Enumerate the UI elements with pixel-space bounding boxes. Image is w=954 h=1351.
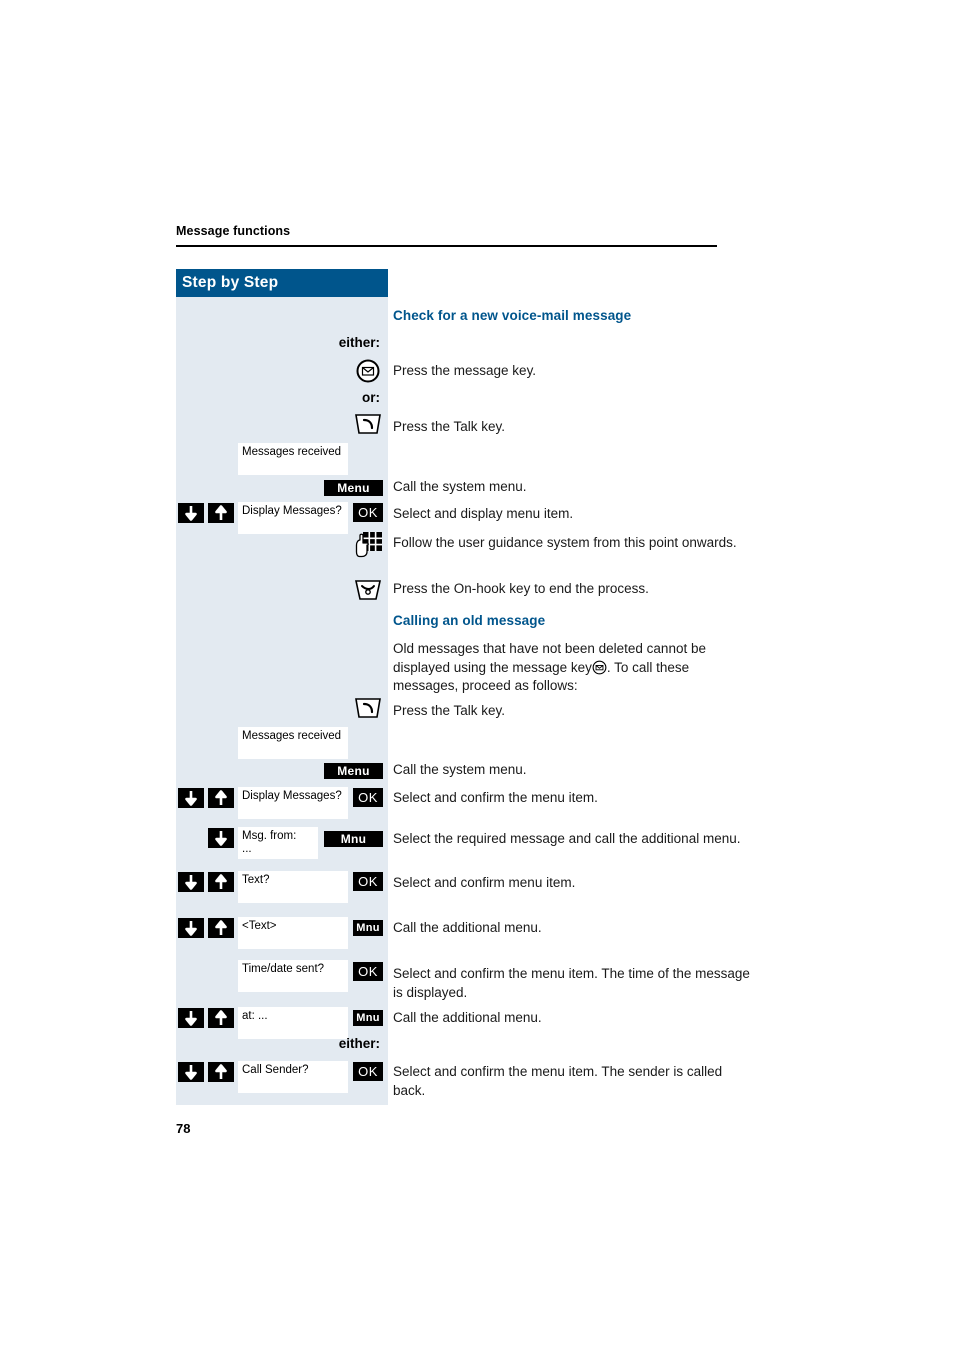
arrow-down-key-3[interactable] xyxy=(208,828,234,848)
display-line-1: Text? xyxy=(242,874,270,886)
phone-display-msg-from: Msg. from: ... xyxy=(238,827,318,859)
display-line-2: ... xyxy=(242,843,252,855)
step-text-on-hook: Press the On-hook key to end the process… xyxy=(393,581,649,596)
label-either-1: either: xyxy=(338,335,380,350)
display-line-1: at: ... xyxy=(242,1010,268,1022)
arrow-up-key-7[interactable] xyxy=(208,1062,234,1082)
step-text-text-item: Select and confirm menu item. xyxy=(393,875,576,890)
phone-display-display-messages-1: Display Messages? xyxy=(238,502,348,534)
phone-display-text-item: Text? xyxy=(238,871,348,903)
arrow-down-key-4[interactable] xyxy=(178,872,204,892)
arrow-up-key-5[interactable] xyxy=(208,918,234,938)
softkey-ok-1[interactable]: OK xyxy=(353,503,383,522)
step-by-step-title: Step by Step xyxy=(182,274,279,291)
step-text-text-angle: Call the additional menu. xyxy=(393,920,542,935)
step-text-msg-from: Select the required message and call the… xyxy=(393,831,741,846)
section-title-check-new-voicemail: Check for a new voice-mail message xyxy=(393,308,632,323)
display-line-1: Display Messages? xyxy=(242,505,342,517)
arrow-up-key-6[interactable] xyxy=(208,1008,234,1028)
header-rule xyxy=(176,245,717,247)
on-hook-key-icon[interactable] xyxy=(354,578,382,602)
talk-key-icon-2[interactable] xyxy=(354,697,382,721)
message-key-icon[interactable] xyxy=(355,358,381,384)
step-text-user-guidance: Follow the user guidance system from thi… xyxy=(393,535,737,550)
talk-key-icon-1[interactable] xyxy=(354,413,382,437)
keypad-icon[interactable] xyxy=(355,531,383,559)
step-text-press-talk-key-2: Press the Talk key. xyxy=(393,703,506,718)
label-either-2: either: xyxy=(338,1036,380,1051)
phone-display-display-messages-2: Display Messages? xyxy=(238,787,348,819)
arrow-up-key-2[interactable] xyxy=(208,788,234,808)
phone-display-call-sender: Call Sender? xyxy=(238,1061,348,1093)
softkey-ok-2[interactable]: OK xyxy=(353,788,383,807)
arrow-down-key-7[interactable] xyxy=(178,1062,204,1082)
arrow-down-key-1[interactable] xyxy=(178,503,204,523)
phone-display-messages-received-2: Messages received xyxy=(238,727,348,759)
display-line-1: Display Messages? xyxy=(242,790,342,802)
step-text-time-date-sent: Select and confirm the menu item. The ti… xyxy=(393,966,750,1000)
arrow-up-key-1[interactable] xyxy=(208,503,234,523)
display-line-1: <Text> xyxy=(242,920,277,932)
step-text-display-messages-2: Select and confirm the menu item. xyxy=(393,790,598,805)
running-head: Message functions xyxy=(176,224,291,238)
section-paragraph-calling-old-message: Old messages that have not been deleted … xyxy=(393,640,748,696)
display-line-1: Call Sender? xyxy=(242,1064,309,1076)
step-text-press-message-key: Press the message key. xyxy=(393,363,537,378)
section-title-calling-old-message: Calling an old message xyxy=(393,613,546,628)
display-line-1: Msg. from: xyxy=(242,830,297,842)
arrow-down-key-6[interactable] xyxy=(178,1008,204,1028)
phone-display-at-item: at: ... xyxy=(238,1007,348,1039)
phone-display-text-angle: <Text> xyxy=(238,917,348,949)
arrow-down-key-2[interactable] xyxy=(178,788,204,808)
step-text-display-messages-1: Select and display menu item. xyxy=(393,506,574,521)
step-text-call-system-menu-2: Call the system menu. xyxy=(393,762,527,777)
arrow-down-key-5[interactable] xyxy=(178,918,204,938)
page-number: 78 xyxy=(176,1121,191,1136)
softkey-mnu-1[interactable]: Mnu xyxy=(324,831,383,847)
step-text-call-sender: Select and confirm the menu item. The se… xyxy=(393,1064,723,1098)
arrow-up-key-4[interactable] xyxy=(208,872,234,892)
softkey-ok-3[interactable]: OK xyxy=(353,872,383,891)
message-key-icon-inline xyxy=(592,660,607,675)
phone-display-time-date-sent: Time/date sent? xyxy=(238,960,348,992)
phone-display-messages-received-1: Messages received xyxy=(238,443,348,475)
softkey-ok-4[interactable]: OK xyxy=(353,962,383,981)
softkey-mnu-2[interactable]: Mnu xyxy=(353,920,383,936)
softkey-mnu-3[interactable]: Mnu xyxy=(353,1010,383,1026)
label-or-1: or: xyxy=(362,390,380,405)
display-line-1: Time/date sent? xyxy=(242,963,325,975)
step-text-at-item: Call the additional menu. xyxy=(393,1010,542,1025)
step-text-call-system-menu-1: Call the system menu. xyxy=(393,479,527,494)
softkey-menu-2[interactable]: Menu xyxy=(324,763,383,779)
softkey-menu-1[interactable]: Menu xyxy=(324,480,383,496)
softkey-ok-5[interactable]: OK xyxy=(353,1062,383,1081)
step-text-press-talk-key-1: Press the Talk key. xyxy=(393,419,506,434)
display-line-1: Messages received xyxy=(242,730,342,742)
display-line-1: Messages received xyxy=(242,446,342,458)
